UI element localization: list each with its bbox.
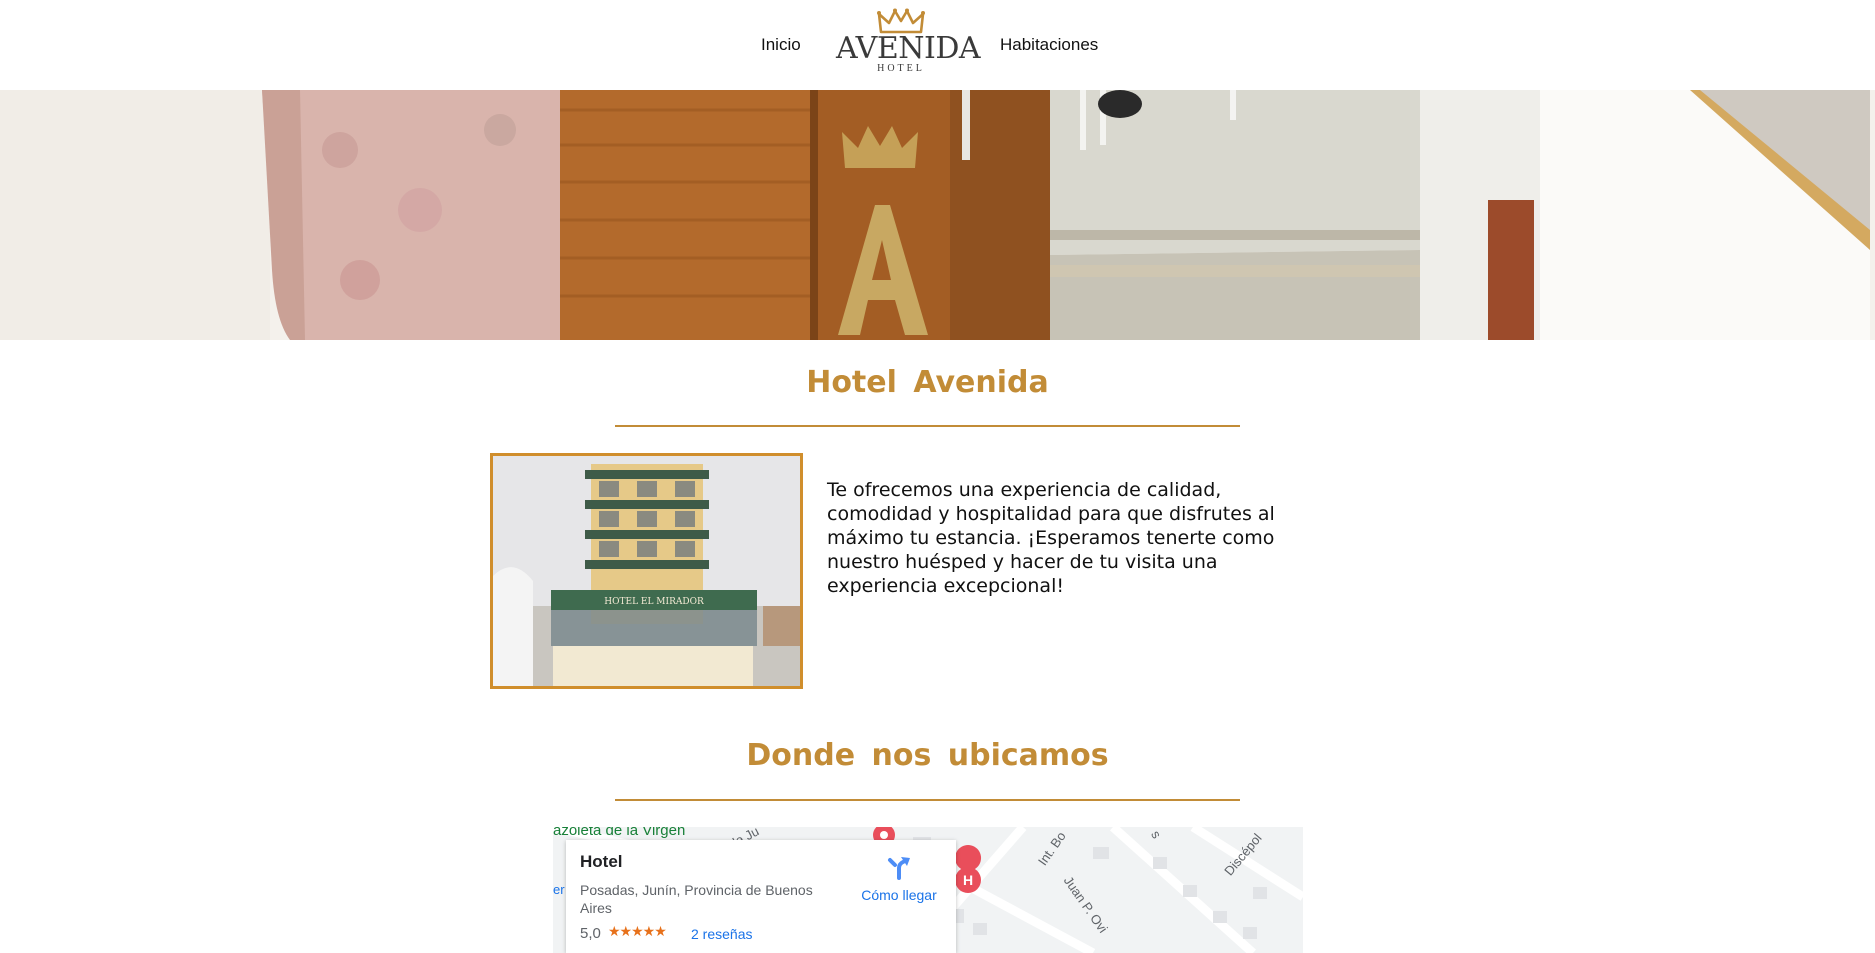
logo-wordmark: AVENIDA: [836, 31, 981, 66]
map-place-card: Hotel Posadas, Junín, Provincia de Bueno…: [566, 840, 956, 953]
map-poi-label: er: [553, 882, 565, 897]
svg-text:HOTEL EL MIRADOR: HOTEL EL MIRADOR: [604, 597, 704, 607]
section-title-hotel: Hotel Avenida: [806, 365, 1049, 400]
map-reviews-link[interactable]: 2 reseñas: [691, 926, 752, 942]
map-place-name: Hotel: [580, 852, 623, 871]
map-directions-label: Cómo llegar: [861, 887, 937, 903]
svg-text:H: H: [963, 872, 973, 888]
map-poi-label: azoleta de la Virgen: [553, 827, 686, 839]
section-title-location: Donde nos ubicamos: [746, 738, 1109, 773]
section-divider: [615, 799, 1240, 801]
hotel-building-photo: HOTEL EL MIRADOR: [490, 453, 803, 689]
directions-icon: [888, 857, 910, 880]
section-divider: [615, 425, 1240, 427]
hero-banner-image: [0, 90, 1875, 340]
star-rating-icon: ★★★★★: [608, 923, 667, 939]
map-rating-value: 5,0: [580, 925, 601, 942]
site-header: Inicio AVENIDA HOTEL Habitaciones: [0, 0, 1875, 90]
map-directions-button[interactable]: Cómo llegar: [851, 854, 947, 903]
site-logo[interactable]: AVENIDA HOTEL: [836, 8, 981, 82]
nav-link-inicio[interactable]: Inicio: [761, 35, 801, 55]
intro-paragraph: Te ofrecemos una experiencia de calidad,…: [827, 479, 1275, 597]
map-place-address: Posadas, Junín, Provincia de Buenos Aire…: [580, 882, 813, 916]
nav-link-habitaciones[interactable]: Habitaciones: [1000, 35, 1098, 55]
